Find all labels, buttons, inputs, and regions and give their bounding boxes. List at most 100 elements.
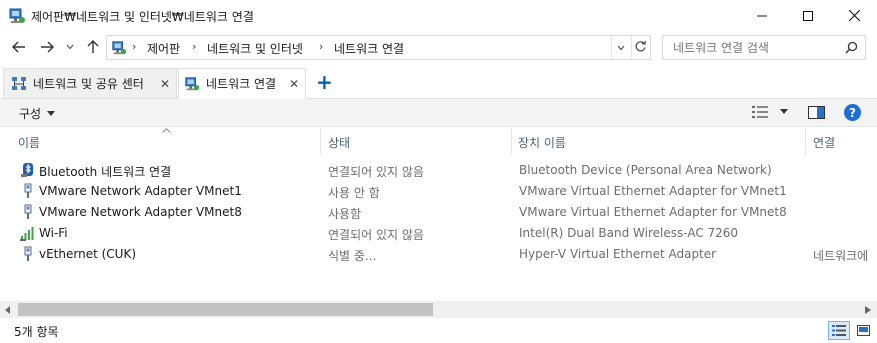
search-box[interactable] — [662, 35, 866, 60]
table-row[interactable]: Bluetooth 네트워크 연결 연결되어 있지 않음 Bluetooth Dev… — [0, 160, 877, 181]
window-title: 제어판₩네트워크 및 인터넷₩네트워크 연결 — [31, 10, 254, 24]
network-folder-icon — [112, 41, 127, 55]
network-connections-icon — [185, 76, 200, 90]
cell-status: 식별 중... — [328, 249, 377, 263]
chevron-right-icon[interactable]: › — [319, 40, 323, 53]
status-bar: 5개 항목 — [0, 318, 877, 343]
ethernet-adapter-icon — [20, 183, 36, 199]
breadcrumb-control-panel[interactable]: 제어판 — [147, 40, 180, 57]
sort-ascending-icon — [162, 128, 171, 133]
arrow-left-icon — [12, 41, 25, 53]
network-sharing-icon — [12, 76, 26, 90]
up-button[interactable] — [83, 37, 103, 57]
minimize-icon — [757, 15, 767, 16]
cell-name: Bluetooth 네트워크 연결 — [39, 165, 172, 179]
minimize-button[interactable] — [739, 0, 785, 31]
navigation-bar: › 제어판 › 네트워크 및 인터넷 › 네트워크 연결 — [0, 31, 877, 63]
cell-status: 사용함 — [328, 207, 362, 221]
cell-name: VMware Network Adapter VMnet8 — [39, 205, 242, 219]
close-tab-icon[interactable]: ✕ — [289, 77, 299, 91]
tab-strip: 네트워크 및 공유 센터 ✕ 네트워크 연결 ✕ + — [0, 66, 877, 99]
chevron-right-icon[interactable]: › — [192, 40, 196, 53]
cell-connectivity: 네트워크에 — [813, 249, 869, 263]
cell-name: VMware Network Adapter VMnet1 — [39, 184, 242, 198]
column-header-status[interactable]: 상태 — [328, 134, 350, 151]
address-bar[interactable]: › 제어판 › 네트워크 및 인터넷 › 네트워크 연결 — [106, 35, 651, 60]
scrollbar-thumb[interactable] — [18, 303, 433, 316]
scroll-right-icon[interactable] — [865, 306, 871, 314]
organize-label: 구성 — [19, 107, 42, 121]
close-icon — [848, 10, 860, 21]
address-divider — [611, 36, 612, 59]
tab-network-sharing-center[interactable]: 네트워크 및 공유 센터 ✕ — [3, 68, 177, 99]
cell-status: 연결되어 있지 않음 — [328, 228, 424, 242]
back-button[interactable] — [9, 37, 29, 57]
table-row[interactable]: vEthernet (CUK) 식별 중... Hyper-V Virtual Et… — [0, 244, 877, 265]
preview-pane-icon — [808, 106, 825, 119]
change-view-button[interactable] — [752, 106, 788, 118]
breadcrumb-network-internet[interactable]: 네트워크 및 인터넷 — [207, 40, 303, 57]
title-bar: 제어판₩네트워크 및 인터넷₩네트워크 연결 — [0, 0, 877, 31]
details-view-icon — [752, 106, 768, 118]
preview-pane-button[interactable] — [808, 106, 825, 122]
svg-text:?: ? — [849, 106, 856, 120]
cell-status: 사용 안 함 — [328, 186, 380, 200]
ethernet-adapter-icon — [20, 246, 36, 262]
search-input[interactable] — [663, 36, 843, 59]
cell-device-name: Bluetooth Device (Personal Area Network) — [519, 163, 772, 177]
refresh-icon — [635, 40, 646, 52]
tab-network-connections[interactable]: 네트워크 연결 ✕ — [178, 68, 306, 99]
column-header-row: 이름 상태 장치 이름 연결 — [0, 128, 877, 155]
chevron-down-icon — [66, 44, 74, 50]
address-dropdown-button[interactable] — [615, 41, 627, 55]
cell-status: 연결되어 있지 않음 — [328, 165, 424, 179]
column-divider[interactable] — [805, 128, 806, 155]
command-bar: 구성 ? — [0, 99, 877, 127]
arrow-up-icon — [87, 40, 99, 53]
close-window-button[interactable] — [831, 0, 877, 31]
cell-device-name: Intel(R) Dual Band Wireless-AC 7260 — [519, 226, 739, 240]
scroll-left-icon[interactable] — [5, 306, 11, 314]
new-tab-button[interactable]: + — [316, 70, 333, 94]
cell-device-name: VMware Virtual Ethernet Adapter for VMne… — [519, 205, 787, 219]
forward-button[interactable] — [37, 37, 57, 57]
close-tab-icon[interactable]: ✕ — [160, 77, 170, 91]
wifi-signal-icon — [20, 225, 36, 241]
arrow-right-icon — [41, 41, 54, 53]
chevron-right-icon: › — [132, 40, 137, 53]
bluetooth-network-icon — [20, 162, 36, 178]
column-header-connectivity[interactable]: 연결 — [813, 134, 835, 151]
large-icons-view-icon — [856, 325, 870, 336]
large-icons-view-toggle[interactable] — [853, 321, 873, 340]
details-view-icon — [832, 325, 846, 336]
organize-button[interactable]: 구성 — [19, 105, 56, 122]
caret-down-icon — [780, 109, 788, 114]
help-icon: ? — [844, 104, 861, 121]
column-divider[interactable] — [320, 128, 321, 155]
column-header-device-name[interactable]: 장치 이름 — [518, 134, 566, 151]
table-row[interactable]: VMware Network Adapter VMnet8 사용함 VMware V… — [0, 202, 877, 223]
refresh-button[interactable] — [634, 40, 648, 55]
details-view-toggle[interactable] — [828, 321, 850, 340]
chevron-down-icon — [617, 45, 625, 51]
table-row[interactable]: Wi-Fi 연결되어 있지 않음 Intel(R) Dual Band Wirele… — [0, 223, 877, 244]
address-divider — [631, 36, 632, 59]
help-button[interactable]: ? — [844, 104, 861, 124]
tab-label: 네트워크 연결 — [206, 77, 277, 91]
maximize-button[interactable] — [785, 0, 831, 31]
maximize-icon — [803, 10, 813, 21]
recent-locations-button[interactable] — [63, 37, 77, 57]
table-row[interactable]: VMware Network Adapter VMnet1 사용 안 함 VMwar… — [0, 181, 877, 202]
tab-label: 네트워크 및 공유 센터 — [33, 77, 144, 91]
cell-name: vEthernet (CUK) — [39, 247, 137, 261]
cell-device-name: Hyper-V Virtual Ethernet Adapter — [519, 247, 717, 261]
column-header-name[interactable]: 이름 — [18, 134, 40, 151]
caret-down-icon — [47, 110, 56, 116]
horizontal-scrollbar[interactable] — [0, 301, 877, 318]
cell-name: Wi-Fi — [39, 226, 68, 240]
breadcrumb-network-connections[interactable]: 네트워크 연결 — [334, 40, 404, 57]
cell-device-name: VMware Virtual Ethernet Adapter for VMne… — [519, 184, 787, 198]
column-divider[interactable] — [511, 128, 512, 155]
search-icon[interactable] — [845, 41, 858, 54]
ethernet-adapter-icon — [20, 204, 36, 220]
